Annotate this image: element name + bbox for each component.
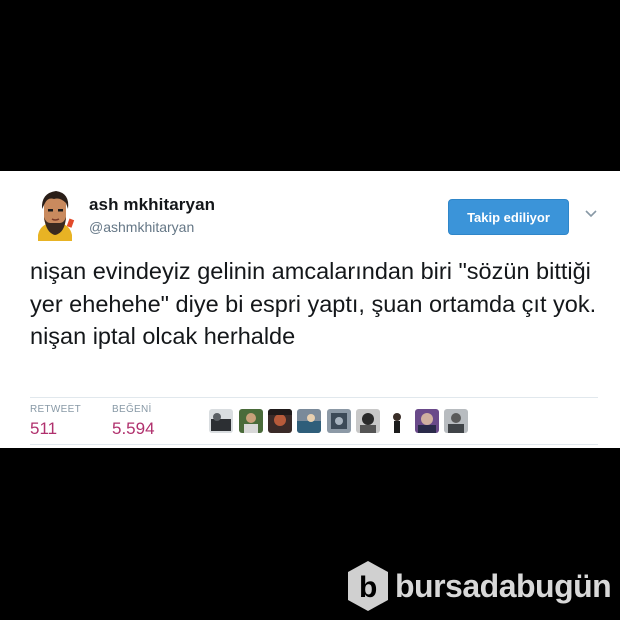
- liker-avatar[interactable]: [356, 409, 380, 433]
- liker-avatar[interactable]: [444, 409, 468, 433]
- like-count[interactable]: 5.594: [112, 419, 155, 439]
- user-handle[interactable]: @ashmkhitaryan: [89, 219, 194, 235]
- tweet-text: nişan evindeyiz gelinin amcalarından bir…: [30, 258, 597, 349]
- divider: [30, 397, 598, 398]
- watermark-logo-icon: b: [348, 561, 388, 611]
- liker-avatar[interactable]: [239, 409, 263, 433]
- retweet-label: RETWEET: [30, 404, 81, 415]
- divider: [30, 444, 598, 445]
- follow-button[interactable]: Takip ediliyor: [448, 199, 569, 235]
- tweet-card: ash mkhitaryan @ashmkhitaryan Takip edil…: [0, 171, 620, 448]
- liker-avatar[interactable]: [209, 409, 233, 433]
- liker-avatar[interactable]: [297, 409, 321, 433]
- avatar[interactable]: [30, 189, 78, 241]
- watermark: b bursadabugün: [345, 558, 612, 614]
- liker-avatar[interactable]: [268, 409, 292, 433]
- liker-avatar[interactable]: [385, 409, 409, 433]
- display-name[interactable]: ash mkhitaryan: [89, 195, 215, 215]
- liker-avatar[interactable]: [327, 409, 351, 433]
- chevron-down-icon[interactable]: [584, 209, 598, 219]
- watermark-text: bursadabugün: [395, 567, 612, 604]
- like-label: BEĞENİ: [112, 404, 152, 415]
- svg-text:b: b: [359, 571, 377, 604]
- liker-avatar[interactable]: [415, 409, 439, 433]
- retweet-count[interactable]: 511: [30, 419, 57, 439]
